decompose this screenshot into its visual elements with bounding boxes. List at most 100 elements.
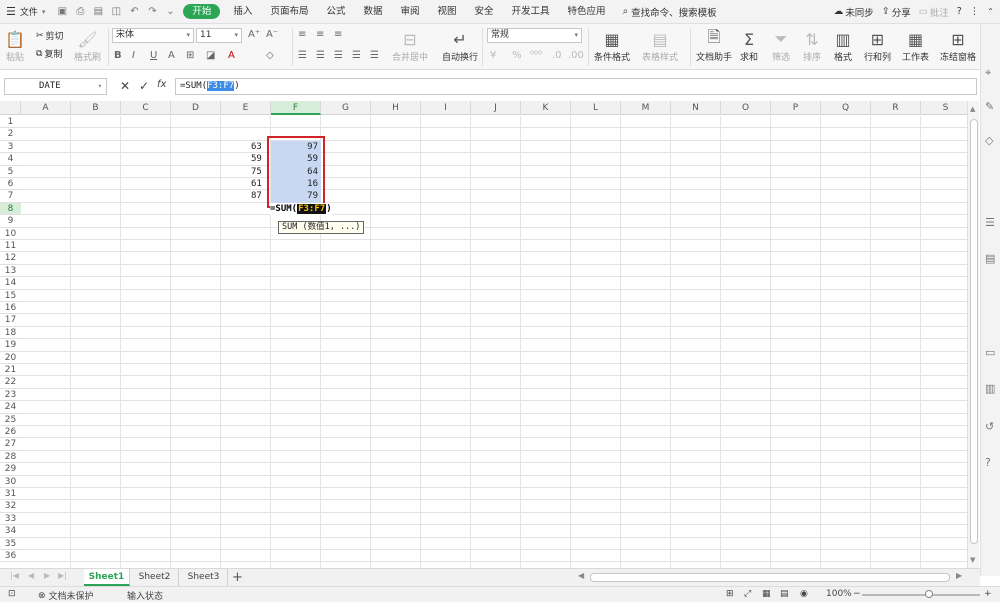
macro-icon[interactable]: ⊡ xyxy=(8,589,16,599)
sidebar-chart-icon[interactable]: ▥ xyxy=(985,382,995,395)
format-painter-button[interactable]: 🖌 格式刷 xyxy=(74,28,101,64)
paste-button[interactable]: 📋 粘贴 xyxy=(4,28,26,64)
vertical-scroll-thumb[interactable] xyxy=(970,119,978,544)
row-header-19[interactable]: 19 xyxy=(0,339,21,352)
row-header-2[interactable]: 2 xyxy=(0,128,21,141)
wrap-text-button[interactable]: ↵ 自动换行 xyxy=(442,28,478,64)
italic-icon[interactable]: I xyxy=(132,50,135,61)
font-color-icon[interactable]: A xyxy=(228,50,235,61)
column-header-i[interactable]: I xyxy=(421,101,471,115)
column-header-l[interactable]: L xyxy=(571,101,621,115)
tab-developer[interactable]: 开发工具 xyxy=(503,0,559,24)
row-header-21[interactable]: 21 xyxy=(0,364,21,377)
tab-security[interactable]: 安全 xyxy=(466,0,503,24)
command-search[interactable]: ⌕ 查找命令、搜索模板 xyxy=(623,5,717,19)
row-header-30[interactable]: 30 xyxy=(0,476,21,488)
scroll-down-icon[interactable]: ▼ xyxy=(970,556,975,564)
row-header-18[interactable]: 18 xyxy=(0,327,21,340)
cut-button[interactable]: ✂ 剪切 xyxy=(36,29,64,43)
sort-button[interactable]: ⇅ 排序 xyxy=(801,28,823,64)
zoom-slider[interactable] xyxy=(862,594,980,596)
doc-helper-button[interactable]: 🗎 文档助手 xyxy=(696,27,732,64)
fill-color-icon[interactable]: ◪ xyxy=(206,50,215,61)
sidebar-help-icon[interactable]: ? xyxy=(985,456,991,469)
column-header-g[interactable]: G xyxy=(321,101,371,115)
undo-icon[interactable]: ↶ xyxy=(125,0,143,24)
column-header-o[interactable]: O xyxy=(721,101,771,115)
collapse-ribbon-icon[interactable]: ⌃ xyxy=(987,7,994,16)
border-icon[interactable]: ⊞ xyxy=(186,50,194,61)
underline-icon[interactable]: U xyxy=(150,50,157,61)
sheet-tab-2[interactable]: Sheet2 xyxy=(131,569,179,586)
row-header-23[interactable]: 23 xyxy=(0,389,21,402)
conditional-format-button[interactable]: ▦ 条件格式 xyxy=(594,28,630,64)
align-center-icon[interactable]: ☰ xyxy=(316,50,325,61)
print-preview-icon[interactable]: ◫ xyxy=(107,0,125,24)
format-button[interactable]: ▥ 格式 xyxy=(832,28,854,64)
column-header-n[interactable]: N xyxy=(671,101,721,115)
decrease-decimal-icon[interactable]: .00 xyxy=(568,50,584,61)
sheet-tab-3[interactable]: Sheet3 xyxy=(180,569,228,586)
zoom-level[interactable]: 100% xyxy=(826,589,852,599)
editing-cell[interactable]: =SUM(F3:F7) xyxy=(270,202,332,215)
row-header-20[interactable]: 20 xyxy=(0,352,21,364)
row-header-5[interactable]: 5 xyxy=(0,166,21,178)
sidebar-property-icon[interactable]: ☰ xyxy=(985,216,995,229)
row-header-3[interactable]: 3 xyxy=(0,141,21,154)
align-middle-icon[interactable]: ≡ xyxy=(316,29,324,40)
align-bottom-icon[interactable]: ≡ xyxy=(334,29,342,40)
column-header-c[interactable]: C xyxy=(121,101,171,115)
row-header-28[interactable]: 28 xyxy=(0,451,21,464)
zoom-in-icon[interactable]: + xyxy=(984,589,992,599)
row-header-35[interactable]: 35 xyxy=(0,538,21,550)
sum-button[interactable]: Σ 求和 xyxy=(738,28,760,64)
tab-page-layout[interactable]: 页面布局 xyxy=(261,0,317,24)
thousands-icon[interactable]: ⁰⁰⁰ xyxy=(530,50,542,61)
worksheet-button[interactable]: ▦ 工作表 xyxy=(902,28,929,64)
protect-status[interactable]: ⊗ 文档未保护 xyxy=(38,589,94,602)
tab-special-apps[interactable]: 特色应用 xyxy=(559,0,615,24)
comment-button[interactable]: ▭ 批注 xyxy=(919,5,949,19)
spreadsheet-grid[interactable]: ABCDEFGHIJKLMNOPQRS 1 2 3 4 5 6 7 8 9 10 11 12 13 14 1… xyxy=(0,101,967,568)
column-header-h[interactable]: H xyxy=(371,101,421,115)
column-header-d[interactable]: D xyxy=(171,101,221,115)
column-header-a[interactable]: A xyxy=(21,101,71,115)
increase-font-icon[interactable]: A⁺ xyxy=(248,29,260,40)
tab-formulas[interactable]: 公式 xyxy=(317,0,354,24)
column-header-s[interactable]: S xyxy=(921,101,967,115)
row-header-11[interactable]: 11 xyxy=(0,240,21,253)
row-header-4[interactable]: 4 xyxy=(0,153,21,166)
row-header-12[interactable]: 12 xyxy=(0,252,21,265)
bold-icon[interactable]: B xyxy=(114,50,122,61)
number-format-select[interactable]: 常规 ▾ xyxy=(487,28,582,43)
zoom-out-icon[interactable]: − xyxy=(853,589,861,599)
eye-protection-icon[interactable]: ◉ xyxy=(800,589,808,599)
column-header-r[interactable]: R xyxy=(871,101,921,115)
prev-sheet-icon[interactable]: ◀ xyxy=(28,571,34,580)
freeze-panes-button[interactable]: ⊞ 冻结窗格 xyxy=(940,28,976,64)
row-header-36[interactable]: 36 xyxy=(0,550,21,563)
next-sheet-icon[interactable]: ▶ xyxy=(44,571,50,580)
export-icon[interactable]: ⎙ xyxy=(71,0,89,24)
row-header-31[interactable]: 31 xyxy=(0,488,21,501)
tab-view[interactable]: 视图 xyxy=(429,0,466,24)
row-header-22[interactable]: 22 xyxy=(0,376,21,389)
currency-icon[interactable]: ¥ xyxy=(490,50,496,61)
column-header-b[interactable]: B xyxy=(71,101,121,115)
sidebar-library-icon[interactable]: ▤ xyxy=(985,252,995,265)
print-icon[interactable]: ▤ xyxy=(89,0,107,24)
sync-status[interactable]: ☁ 未同步 xyxy=(834,5,874,19)
cancel-icon[interactable]: ✕ xyxy=(120,79,130,93)
name-box[interactable]: DATE ▾ xyxy=(4,78,107,95)
add-sheet-button[interactable]: + xyxy=(232,569,243,586)
clear-format-icon[interactable]: ◇ xyxy=(266,50,274,61)
column-header-p[interactable]: P xyxy=(771,101,821,115)
font-color-letter-icon[interactable]: A xyxy=(168,50,175,61)
more-options-icon[interactable]: ⋮ xyxy=(970,6,980,17)
row-header-9[interactable]: 9 xyxy=(0,215,21,228)
row-header-15[interactable]: 15 xyxy=(0,290,21,302)
tab-home[interactable]: 开始 xyxy=(183,4,221,19)
row-header-27[interactable]: 27 xyxy=(0,438,21,451)
row-header-26[interactable]: 26 xyxy=(0,426,21,439)
redo-icon[interactable]: ↷ xyxy=(143,0,161,24)
